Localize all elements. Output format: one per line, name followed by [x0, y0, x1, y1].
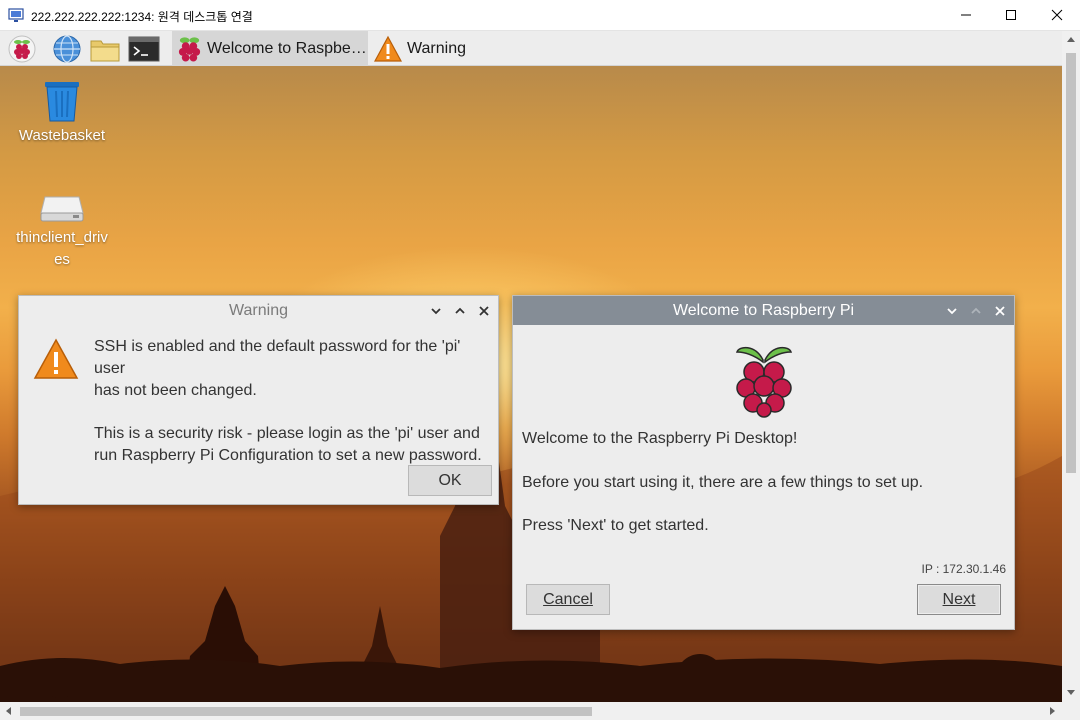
file-manager-launcher[interactable] — [89, 33, 121, 65]
scroll-right-icon[interactable] — [1050, 707, 1055, 715]
warning-close-button[interactable] — [476, 303, 492, 319]
close-icon — [1051, 9, 1063, 21]
remote-desktop-icon — [8, 8, 24, 22]
horizontal-scroll-thumb[interactable] — [20, 707, 592, 716]
chevron-up-icon — [971, 307, 981, 314]
menu-button[interactable] — [6, 33, 38, 65]
desktop-icon-wastebasket[interactable]: Wastebasket — [12, 79, 112, 147]
next-button[interactable]: Next — [917, 584, 1001, 615]
remote-viewport: Welcome to Raspberr... Warning Wastebask… — [0, 31, 1062, 702]
close-icon — [479, 305, 489, 316]
minimize-icon — [961, 14, 971, 16]
horizontal-scrollbar[interactable] — [0, 702, 1062, 720]
warning-dialog: Warning SSH is enabled and the default p… — [18, 295, 499, 505]
ok-button[interactable]: OK — [408, 465, 492, 496]
scroll-down-icon[interactable] — [1067, 690, 1075, 695]
welcome-dialog-titlebar[interactable]: Welcome to Raspberry Pi — [513, 296, 1014, 325]
vertical-scrollbar[interactable] — [1062, 31, 1080, 702]
warning-line-2: has not been changed. — [94, 382, 257, 399]
vertical-scroll-thumb[interactable] — [1066, 53, 1076, 473]
maximize-button[interactable] — [988, 0, 1034, 30]
warning-line-1: SSH is enabled and the default password … — [94, 338, 461, 377]
thinclient-drives-label-line1: thinclient_driv — [16, 229, 108, 246]
warning-large-icon — [33, 338, 79, 379]
warning-triangle-icon — [373, 35, 403, 62]
welcome-line-3: Press 'Next' to get started. — [522, 517, 709, 534]
welcome-minimize-button[interactable] — [944, 303, 960, 319]
scroll-left-icon[interactable] — [6, 707, 11, 715]
drive-icon — [40, 196, 84, 222]
welcome-dialog: Welcome to Raspberry Pi Welcome to the R… — [512, 295, 1015, 630]
minimize-button[interactable] — [943, 0, 989, 30]
web-browser-launcher[interactable] — [51, 33, 83, 65]
rdp-title-bar: 222.222.222.222:1234: 원격 데스크톱 연결 — [0, 0, 1080, 31]
taskbar: Welcome to Raspberr... Warning — [0, 31, 1062, 66]
terminal-icon — [128, 36, 160, 62]
warning-message: SSH is enabled and the default password … — [94, 336, 494, 467]
task-warning[interactable]: Warning — [370, 31, 568, 66]
warning-maximize-button[interactable] — [452, 303, 468, 319]
chevron-down-icon — [431, 307, 441, 314]
task-welcome-label: Welcome to Raspberr... — [207, 39, 368, 57]
task-warning-label: Warning — [407, 39, 466, 57]
welcome-line-2: Before you start using it, there are a f… — [522, 474, 924, 491]
raspberry-pi-logo — [735, 346, 793, 418]
web-browser-icon — [53, 35, 81, 63]
terminal-launcher[interactable] — [128, 33, 160, 65]
warning-line-4: run Raspberry Pi Configuration to set a … — [94, 447, 482, 464]
close-icon — [995, 305, 1005, 316]
wastebasket-icon — [45, 82, 79, 122]
raspberry-menu-icon — [8, 35, 36, 63]
welcome-dialog-title: Welcome to Raspberry Pi — [672, 302, 855, 319]
warning-line-3: This is a security risk - please login a… — [94, 425, 480, 442]
scroll-up-icon[interactable] — [1067, 37, 1075, 42]
welcome-maximize-button[interactable] — [968, 303, 984, 319]
welcome-line-1: Welcome to the Raspberry Pi Desktop! — [522, 430, 798, 447]
warning-dialog-title: Warning — [229, 302, 288, 319]
thinclient-drives-label-line2: es — [54, 251, 70, 268]
raspberry-icon — [178, 36, 201, 62]
chevron-down-icon — [947, 307, 957, 314]
welcome-close-button[interactable] — [992, 303, 1008, 319]
close-window-button[interactable] — [1034, 0, 1080, 30]
chevron-up-icon — [455, 307, 465, 314]
ip-address: IP : 172.30.1.46 — [921, 562, 1006, 576]
warning-dialog-titlebar[interactable]: Warning — [19, 296, 498, 325]
window-title: 222.222.222.222:1234: 원격 데스크톱 연결 — [31, 10, 253, 24]
file-manager-icon — [90, 40, 120, 62]
task-welcome[interactable]: Welcome to Raspberr... — [172, 31, 368, 66]
maximize-icon — [1006, 10, 1016, 20]
desktop-icon-thinclient-drives[interactable]: thinclient_driv es — [12, 191, 112, 271]
warning-minimize-button[interactable] — [428, 303, 444, 319]
scrollbar-corner — [1062, 702, 1080, 720]
wastebasket-label: Wastebasket — [18, 127, 106, 144]
cancel-button[interactable]: Cancel — [526, 584, 610, 615]
